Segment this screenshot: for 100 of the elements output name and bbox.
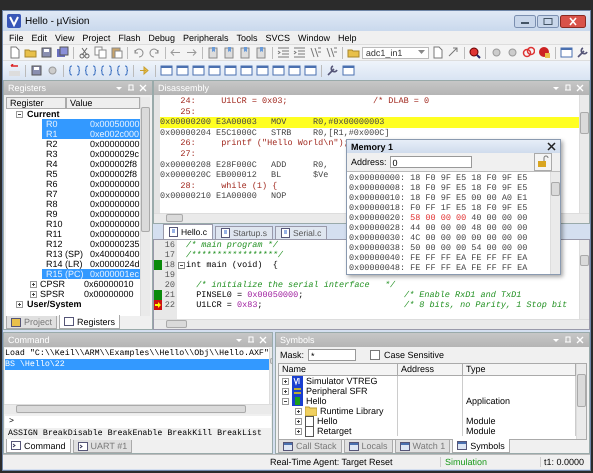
memory-bytes: FE FF FF EA: [410, 253, 466, 263]
status-mode: Simulation: [440, 457, 540, 467]
register-value: 0xe002c000: [88, 129, 140, 139]
register-name: R14 (LR): [45, 259, 84, 269]
line-number: 18: [164, 260, 176, 270]
register-value: 0x0000024d: [89, 259, 140, 269]
register-group: User/System: [27, 299, 82, 309]
memory-bytes: 44 00 00 00: [410, 223, 466, 233]
register-name: R9: [45, 209, 59, 219]
panel-title: Symbols: [280, 335, 315, 345]
address-label: Address:: [351, 157, 387, 167]
memory-bytes: 50 00 00 00: [410, 243, 466, 253]
memory-bytes: 18 F0 9F E5: [410, 173, 466, 183]
symbol-type: Application: [466, 396, 510, 406]
register-value: 0x00000000: [89, 209, 140, 219]
panel-title: Command: [8, 335, 50, 345]
register-value: 0x00050000: [88, 119, 140, 129]
register-value: 0x00000000: [83, 289, 135, 299]
line-number: 20: [164, 280, 176, 290]
memory-address: 0x00000020:: [349, 213, 406, 223]
register-name: R15 (PC): [42, 269, 88, 279]
code-line: /* initialize the serial interface */: [195, 280, 396, 290]
memory-bytes: FE FF FF EA: [410, 263, 466, 273]
register-name: R1: [42, 129, 88, 139]
code-comment: /* 8 bits, no Parity, 1 Stop bit: [404, 300, 568, 310]
register-name: R13 (SP): [45, 249, 84, 259]
register-value: 0x00000000: [89, 139, 140, 149]
register-value: 0x00000235: [89, 239, 140, 249]
memory-bytes: 58 00 00 00: [410, 213, 466, 223]
memory-address: 0x00000010:: [349, 193, 406, 203]
line-number: 22: [164, 300, 176, 310]
symbol-type: Module: [466, 426, 496, 436]
register-name: R2: [45, 139, 59, 149]
memory-address: 0x00000040:: [349, 253, 406, 263]
code-comment: /* Enable RxD1 and TxD1: [404, 290, 522, 300]
register-name: R7: [45, 189, 59, 199]
disassembly-line: 0x0000020C EB000012 BL $Ve: [160, 170, 328, 181]
memory-bytes: 54 00 00 00: [471, 243, 528, 253]
line-number: 17: [164, 250, 176, 260]
register-value: 0x60000010: [83, 279, 135, 289]
memory-address: 0x00000000:: [349, 173, 406, 183]
line-number: 16: [164, 240, 176, 250]
register-value: 0x40000400: [89, 249, 140, 259]
status-time: t1: 0.0000: [540, 457, 590, 467]
memory-address: 0x00000008:: [349, 183, 406, 193]
memory-bytes: 40 00 00 00: [471, 213, 528, 223]
register-name: R11: [45, 229, 63, 239]
memory-bytes: 18 F0 9F E5: [471, 173, 528, 183]
memory-bytes: 18 F0 9F E5: [471, 203, 528, 213]
line-number: 19: [164, 270, 176, 280]
line-number: 21: [164, 290, 176, 300]
memory-bytes: F0 FF 1F E5: [410, 203, 466, 213]
disassembly-line: 24: U1LCR = 0x03; /* DLAB = 0: [179, 96, 430, 107]
code-line: PINSEL0 = 0x00050000;: [195, 290, 304, 300]
memory-bytes: 18 F0 9F E5: [410, 183, 466, 193]
register-value: 0x00000000: [89, 189, 140, 199]
register-group: Current: [27, 109, 60, 119]
memory-address: 0x00000028:: [349, 223, 406, 233]
register-name: SPSR: [40, 289, 66, 299]
memory-bytes: 18 F0 9F E5: [410, 193, 466, 203]
command-output-line: Load "C:\\Keil\\ARM\\Examples\\Hello\\Obj\\Hello.AXF": [5, 348, 269, 359]
disassembly-line: 0x00000210 E1A00000 NOP: [160, 191, 288, 202]
register-name: R0: [42, 119, 88, 129]
register-value: 0x000002f8: [89, 169, 138, 179]
memory-address: 0x00000018:: [349, 203, 406, 213]
disassembly-line: 0x00000204 E5C1000C STRB R0,[R1,#0x000C]: [160, 128, 390, 138]
memory-bytes: 18 F0 9F E5: [471, 183, 528, 193]
register-value: 0x00000000: [89, 229, 140, 239]
register-name: R8: [45, 199, 59, 209]
disassembly-line: 0x00000208 E28F000C ADD R0,: [160, 160, 328, 170]
memory-address: 0x00000038:: [349, 243, 406, 253]
checkbox-label: Case Sensitive: [384, 350, 444, 360]
register-name: CPSR: [40, 279, 66, 289]
status-text: Real-Time Agent: Target Reset: [270, 457, 394, 467]
memory-address: 0x00000030:: [349, 233, 406, 243]
window-title: Memory 1: [351, 142, 394, 152]
code-line: /*****************/: [186, 250, 283, 260]
code-line: int main (void) {: [186, 260, 278, 270]
code-line: /* main program */: [186, 240, 278, 250]
mask-label: Mask:: [280, 350, 304, 360]
register-name: R10: [45, 219, 64, 229]
memory-bytes: 00 00 A0 E1: [471, 193, 528, 203]
register-name: R4: [45, 159, 59, 169]
panel-title: Disassembly: [158, 83, 210, 93]
register-value: 0x00000000: [89, 179, 140, 189]
symbol-type: Module: [466, 416, 496, 426]
register-value: 0x000001ec: [88, 269, 140, 279]
register-name: R6: [45, 179, 59, 189]
panel-title: Registers: [8, 83, 46, 93]
disassembly-line: 27:: [179, 148, 197, 160]
memory-address: 0x00000048:: [349, 263, 406, 273]
register-value: 0x0000029c: [89, 149, 140, 159]
register-value: 0x000002f8: [89, 159, 138, 169]
register-name: R3: [45, 149, 59, 159]
disassembly-line: 25:: [179, 106, 197, 118]
memory-bytes: 4C 00 00 00: [410, 233, 466, 243]
register-value: 0x00000000: [89, 199, 140, 209]
memory-bytes: 48 00 00 00: [471, 223, 528, 233]
code-line: U1LCR = 0x83;: [195, 300, 263, 310]
window-title: Hello - µVision: [25, 16, 90, 26]
